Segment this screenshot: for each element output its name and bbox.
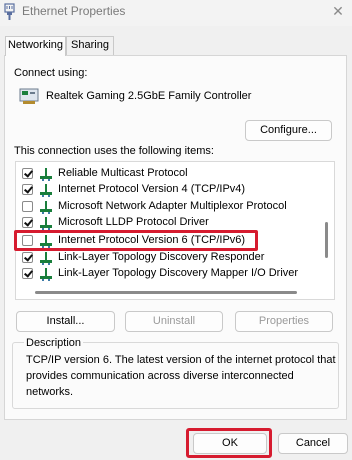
tab-sharing[interactable]: Sharing: [66, 36, 114, 55]
items-label: This connection uses the following items…: [14, 145, 214, 157]
protocol-icon: [40, 268, 52, 281]
cancel-button[interactable]: Cancel: [278, 433, 348, 454]
protocol-icon: [40, 252, 52, 265]
vertical-scrollbar[interactable]: [325, 222, 328, 258]
connect-using-label: Connect using:: [14, 67, 88, 79]
protocol-icon: [40, 168, 52, 181]
properties-button[interactable]: Properties: [235, 311, 333, 332]
window-title: Ethernet Properties: [22, 4, 126, 18]
item-checkbox[interactable]: [22, 268, 33, 279]
protocol-icon: [40, 201, 52, 214]
adapter-name: Realtek Gaming 2.5GbE Family Controller: [46, 90, 252, 102]
horizontal-scrollbar[interactable]: [35, 291, 297, 294]
description-text: TCP/IP version 6. The latest version of …: [26, 354, 336, 398]
install-button[interactable]: Install...: [16, 311, 115, 332]
ethernet-icon: [4, 3, 15, 20]
protocol-icon: [40, 217, 52, 230]
ok-highlight-box: [186, 428, 272, 458]
network-adapter-icon: [19, 88, 39, 104]
list-item[interactable]: Link-Layer Topology Discovery Mapper I/O…: [22, 265, 312, 283]
item-label: Internet Protocol Version 4 (TCP/IPv4): [58, 183, 246, 195]
item-checkbox[interactable]: [22, 252, 33, 263]
configure-button[interactable]: Configure...: [245, 120, 332, 141]
description-title: Description: [24, 337, 84, 349]
item-label: Microsoft Network Adapter Multiplexor Pr…: [58, 200, 287, 212]
item-label: Reliable Multicast Protocol: [58, 167, 188, 179]
item-checkbox[interactable]: [22, 184, 33, 195]
tab-networking[interactable]: Networking: [5, 36, 66, 56]
item-label: Link-Layer Topology Discovery Mapper I/O…: [58, 267, 299, 279]
item-label: Microsoft LLDP Protocol Driver: [58, 216, 209, 228]
ipv6-highlight-box: [14, 230, 258, 251]
item-checkbox[interactable]: [22, 217, 33, 228]
protocol-icon: [40, 184, 52, 197]
item-checkbox[interactable]: [22, 201, 33, 212]
list-item[interactable]: Internet Protocol Version 4 (TCP/IPv4): [22, 181, 312, 199]
item-checkbox[interactable]: [22, 168, 33, 179]
uninstall-button[interactable]: Uninstall: [125, 311, 223, 332]
close-button[interactable]: ✕: [324, 0, 352, 22]
item-label: Link-Layer Topology Discovery Responder: [58, 251, 265, 263]
